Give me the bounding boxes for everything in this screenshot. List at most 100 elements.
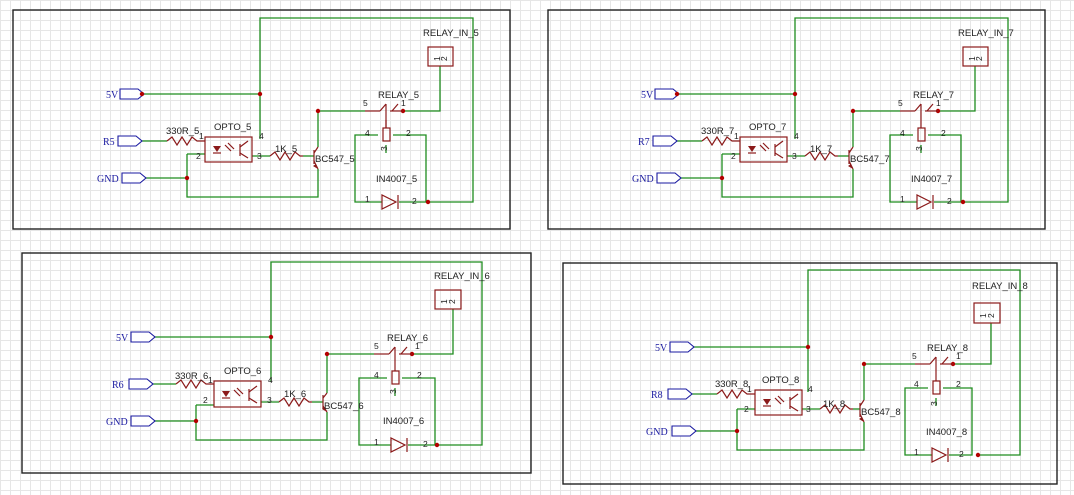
transistor-label: BC547_8 [861,407,901,418]
wiring [142,17,474,203]
resistor-1k-label: 1K_7 [810,144,832,155]
net-5v-label: 5V [655,343,668,354]
opto-pin-2: 2 [731,151,736,161]
wiring [692,269,1021,456]
net-input-label: R5 [103,137,115,148]
opto-pin-3: 3 [806,404,811,414]
connector-label: RELAY_IN_5 [423,28,479,39]
resistor-1k[interactable]: 1K_7 [804,144,838,162]
connector-pin-2: 2 [974,56,984,61]
transistor-label: BC547_5 [315,154,355,165]
opto-pin-1: 1 [199,131,204,141]
resistor-1k-label: 1K_8 [823,399,845,410]
connector-label: RELAY_IN_6 [434,271,490,282]
relay-channel-6: 5V R6 GND 330R_6 OPTO_6 1 2 3 4 1K_6 BC5… [21,252,532,474]
diode-pin-2: 2 [412,196,417,206]
transistor-label: BC547_7 [850,154,890,165]
transistor-label: BC547_6 [324,401,364,412]
diode-in4007[interactable]: IN4007_6 1 2 [374,416,428,453]
relay-pin-3: 3 [379,146,389,151]
relay-channel-8: 5V R8 GND 330R_8 OPTO_8 1 2 3 4 1K_8 BC5… [562,262,1058,485]
opto-pin-4: 4 [268,375,273,385]
wiring [677,17,1009,203]
block-frame [12,9,511,230]
connector-pin-2: 2 [986,313,996,318]
net-flag-gnd[interactable]: GND [106,415,156,428]
transistor-bc547[interactable]: BC547_6 [322,392,364,413]
relay-pin-1: 1 [956,351,961,361]
opto-pin-4: 4 [259,131,264,141]
resistor-330r-label: 330R_6 [175,371,208,382]
opto-label: OPTO_7 [749,122,786,133]
diode-label: IN4007_6 [383,416,424,427]
connector-label: RELAY_IN_7 [958,28,1014,39]
resistor-1k[interactable]: 1K_5 [269,144,303,162]
net-flag-gnd[interactable]: GND [646,425,697,438]
block-frame [547,9,1046,230]
relay-label: RELAY_6 [387,333,428,344]
relay-pin-4: 4 [374,370,379,380]
opto-label: OPTO_8 [762,375,799,386]
relay-pin-4: 4 [900,128,905,138]
opto-pin-4: 4 [794,131,799,141]
relay[interactable]: RELAY_6 5 1 4 2 3 [374,333,428,394]
relay-pin-5: 5 [898,98,903,108]
net-flag-input[interactable]: R5 [103,135,143,148]
resistor-1k[interactable]: 1K_8 [819,399,853,415]
diode-pin-1: 1 [914,447,919,457]
relay-pin-1: 1 [936,98,941,108]
relay-input-connector[interactable]: 1 2 RELAY_IN_7 [958,28,1014,67]
opto-pin-2: 2 [203,395,208,405]
diode-pin-1: 1 [900,194,905,204]
net-flag-5v[interactable]: 5V [641,88,680,101]
diode-in4007[interactable]: IN4007_8 1 2 [914,427,967,463]
relay-pin-5: 5 [363,98,368,108]
relay-pin-4: 4 [914,379,919,389]
net-flag-gnd[interactable]: GND [97,172,147,185]
net-flag-input[interactable]: R6 [112,378,154,391]
relay-pin-2: 2 [941,128,946,138]
net-flag-5v[interactable]: 5V [106,88,145,101]
resistor-330r-label: 330R_5 [166,126,199,137]
resistor-1k[interactable]: 1K_6 [278,389,312,408]
net-flag-input[interactable]: R7 [638,135,678,148]
relay-label: RELAY_8 [927,343,968,354]
transistor-bc547[interactable]: BC547_8 [859,399,901,423]
net-flag-input[interactable]: R8 [651,388,693,401]
relay-pin-4: 4 [365,128,370,138]
opto-pin-3: 3 [267,395,272,405]
diode-pin-2: 2 [959,449,964,459]
opto-label: OPTO_6 [224,366,261,377]
relay[interactable]: RELAY_7 5 1 4 2 3 [898,90,954,151]
relay[interactable]: RELAY_8 5 1 4 2 3 [912,343,968,406]
opto-pin-2: 2 [196,151,201,161]
relay[interactable]: RELAY_5 5 1 4 2 3 [363,90,419,151]
net-input-label: R7 [638,137,650,148]
net-gnd-label: GND [632,174,654,185]
relay-pin-3: 3 [388,389,398,394]
diode-pin-2: 2 [423,439,428,449]
net-gnd-label: GND [97,174,119,185]
transistor-bc547[interactable]: BC547_5 [313,146,355,170]
net-flag-gnd[interactable]: GND [632,172,682,185]
net-5v-label: 5V [106,90,119,101]
transistor-bc547[interactable]: BC547_7 [848,146,890,170]
net-gnd-label: GND [646,427,668,438]
net-flag-5v[interactable]: 5V [116,331,156,344]
net-flag-5v[interactable]: 5V [655,341,695,354]
relay-input-connector[interactable]: 1 2 RELAY_IN_5 [423,28,479,67]
net-gnd-label: GND [106,417,128,428]
optocoupler[interactable]: OPTO_6 1 2 3 4 [203,366,273,408]
relay-pin-2: 2 [417,370,422,380]
diode-in4007[interactable]: IN4007_5 1 2 [365,174,417,210]
opto-pin-2: 2 [744,404,749,414]
relay-pin-3: 3 [929,401,939,406]
diode-label: IN4007_5 [376,174,417,185]
resistor-330r-label: 330R_7 [701,126,734,137]
diode-in4007[interactable]: IN4007_7 1 2 [900,174,952,210]
opto-pin-3: 3 [257,151,262,161]
relay-label: RELAY_5 [378,90,419,101]
relay-pin-1: 1 [401,98,406,108]
diode-pin-2: 2 [947,196,952,206]
net-5v-label: 5V [116,333,129,344]
